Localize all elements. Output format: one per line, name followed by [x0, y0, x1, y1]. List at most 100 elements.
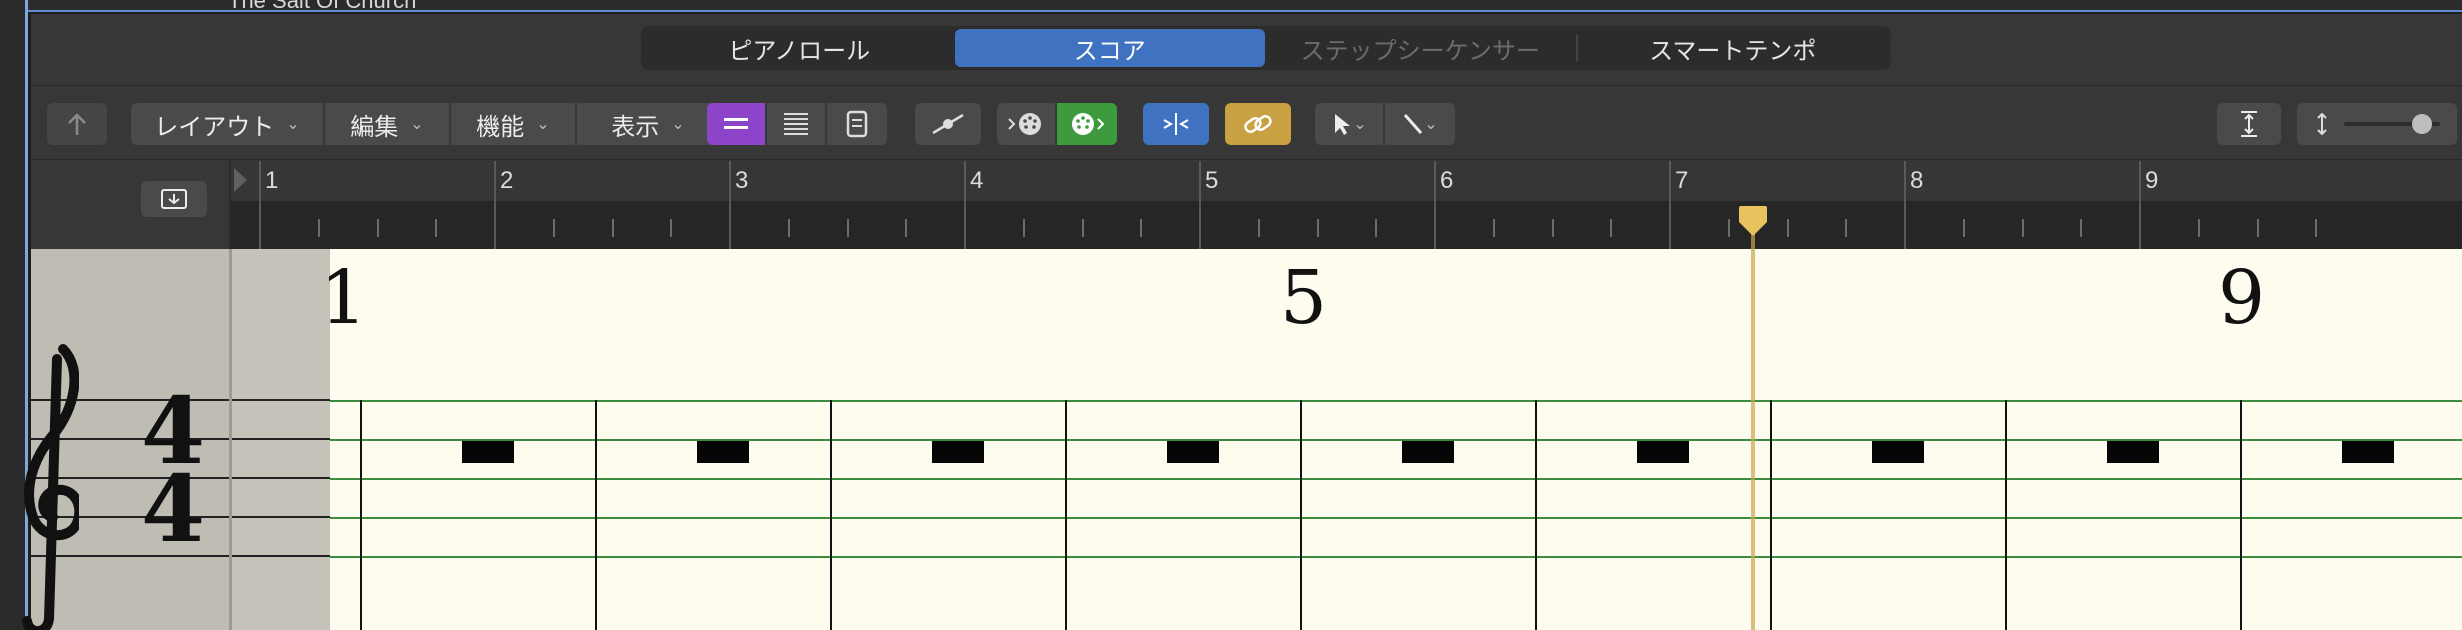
- ruler-beat-tick: [1786, 219, 1789, 237]
- whole-rest[interactable]: [697, 441, 749, 463]
- whole-rest[interactable]: [932, 441, 984, 463]
- page-view-button[interactable]: [827, 103, 887, 145]
- ruler-bar-line: [1904, 161, 1906, 249]
- ruler-beat-tick: [2256, 219, 2259, 237]
- ruler-beat-tick: [2197, 219, 2200, 237]
- functions-menu[interactable]: 機能 ⌄: [451, 103, 577, 145]
- track-height-button[interactable]: [2217, 103, 2281, 145]
- measure-number: 1: [320, 255, 368, 341]
- midi-out-icon: [1072, 113, 1105, 135]
- tab-piano-roll[interactable]: ピアノロール: [644, 29, 955, 67]
- barline: [2240, 400, 2242, 630]
- ruler-bar-line: [964, 161, 966, 249]
- page-view-icon: [846, 110, 868, 138]
- barline: [595, 400, 597, 630]
- edit-menu[interactable]: 編集 ⌄: [325, 103, 451, 145]
- midi-in-icon: [1008, 113, 1041, 135]
- ruler-bar-number: 5: [1205, 167, 1219, 194]
- pencil-icon: [1404, 114, 1423, 134]
- ruler-bar-line: [2139, 161, 2141, 249]
- staff-lines-gutter: [232, 399, 333, 557]
- playhead-line: [1751, 224, 1755, 630]
- whole-rest[interactable]: [1402, 441, 1454, 463]
- catch-content-button[interactable]: [141, 181, 207, 217]
- ruler-header: [31, 161, 229, 249]
- link-button[interactable]: [1225, 103, 1291, 145]
- automation-curve-icon: [932, 113, 964, 135]
- zoom-slider-knob[interactable]: [2412, 114, 2433, 134]
- ruler-bar-line: [729, 161, 731, 249]
- staff-line: [330, 478, 2462, 480]
- ruler-beat-tick: [1316, 219, 1319, 237]
- barline: [1065, 400, 1067, 630]
- ruler-bar-number: 6: [1440, 167, 1454, 194]
- ruler-beat-tick: [846, 219, 849, 237]
- wrapped-view-button[interactable]: [767, 103, 827, 145]
- whole-rest[interactable]: [1637, 441, 1689, 463]
- menu-group: レイアウト ⌄ 編集 ⌄ 機能 ⌄ 表示 ⌄: [131, 103, 719, 145]
- score-page[interactable]: 1 5 9: [320, 249, 2462, 630]
- pointer-tool-menu[interactable]: ⌄: [1315, 103, 1385, 145]
- ruler-bar-line: [1434, 161, 1436, 249]
- whole-rest[interactable]: [2342, 441, 2394, 463]
- clef-column: 4 4: [22, 249, 229, 630]
- ruler-beat-tick: [435, 219, 438, 237]
- pencil-tool-menu[interactable]: ⌄: [1385, 103, 1455, 145]
- ruler-bar-number: 9: [2145, 167, 2159, 194]
- tab-smart-tempo[interactable]: スマートテンポ: [1578, 29, 1889, 67]
- edit-menu-label: 編集: [350, 113, 399, 141]
- tool-menus: ⌄ ⌄: [1315, 103, 1455, 145]
- zoom-slider[interactable]: [2344, 114, 2440, 134]
- automation-button[interactable]: [915, 103, 981, 145]
- ruler-beat-tick: [787, 219, 790, 237]
- score-gutter: [229, 249, 333, 630]
- up-arrow-button[interactable]: [47, 103, 107, 145]
- tab-step-sequencer[interactable]: ステップシーケンサー: [1265, 29, 1576, 67]
- midi-out-button[interactable]: [1057, 103, 1117, 145]
- ruler-beat-tick: [552, 219, 555, 237]
- midi-in-button[interactable]: [997, 103, 1057, 145]
- ruler-beat-tick: [1081, 219, 1084, 237]
- whole-rest[interactable]: [1167, 441, 1219, 463]
- linear-view-button[interactable]: [707, 103, 767, 145]
- chevron-down-icon: ⌄: [286, 116, 300, 133]
- ruler-beat-tick: [1375, 219, 1378, 237]
- whole-rest[interactable]: [1872, 441, 1924, 463]
- ruler-bar-line: [1669, 161, 1671, 249]
- ruler-beat-tick: [1492, 219, 1495, 237]
- chevron-down-icon: ⌄: [410, 116, 424, 133]
- barline: [2005, 400, 2007, 630]
- ruler-beat-strip: [231, 201, 2462, 249]
- wrapped-view-icon: [784, 113, 808, 135]
- pointer-icon: [1335, 114, 1351, 135]
- catch-content-icon: [161, 189, 187, 209]
- playhead[interactable]: [1739, 204, 1767, 630]
- barline: [360, 400, 362, 630]
- bar-ruler[interactable]: 1 2 3 4 5 6 7 8 9: [229, 161, 2462, 249]
- tracks-area-remnant: The Salt Of Church: [28, 0, 2462, 12]
- track-name[interactable]: The Salt Of Church: [228, 0, 416, 10]
- ruler-beat-tick: [1845, 219, 1848, 237]
- staff-line: [330, 556, 2462, 558]
- tab-score[interactable]: スコア: [954, 29, 1265, 67]
- whole-rest[interactable]: [462, 441, 514, 463]
- ruler-beat-tick: [1551, 219, 1554, 237]
- whole-rest[interactable]: [2107, 441, 2159, 463]
- chevron-down-icon: ⌄: [536, 116, 550, 133]
- vertical-fit-icon: [2241, 111, 2257, 137]
- layout-menu-label: レイアウト: [154, 113, 275, 141]
- staff-line: [330, 400, 2462, 402]
- view-mode-segment: [707, 103, 887, 145]
- functions-menu-label: 機能: [476, 113, 525, 141]
- chevron-down-icon: ⌄: [1424, 116, 1438, 133]
- time-signature-bottom: 4: [141, 455, 206, 563]
- barline: [830, 400, 832, 630]
- score-toolbar: レイアウト ⌄ 編集 ⌄ 機能 ⌄ 表示 ⌄ ⌄ ⌄: [31, 87, 2462, 160]
- catch-playhead-button[interactable]: [1143, 103, 1209, 145]
- view-menu[interactable]: 表示 ⌄: [577, 103, 719, 145]
- ruler-bar-number: 4: [970, 167, 984, 194]
- editor-tabs: ピアノロール スコア ステップシーケンサー スマートテンポ: [641, 26, 1891, 70]
- playhead-handle-icon[interactable]: [1735, 204, 1771, 238]
- layout-menu[interactable]: レイアウト ⌄: [131, 103, 325, 145]
- midi-in-out-segment: [997, 103, 1117, 145]
